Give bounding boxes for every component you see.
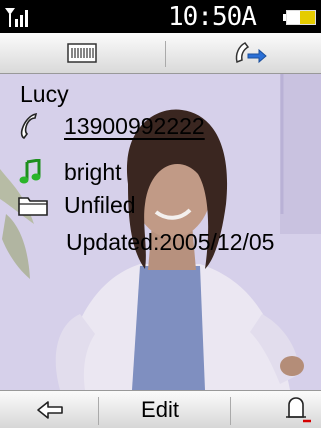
- status-time: 10:50A: [168, 2, 257, 32]
- updated-date: Updated:2005/12/05: [66, 229, 275, 255]
- phone-number[interactable]: 13900992222: [64, 113, 205, 140]
- contact-detail-screen: 10:50A Lucy 13900992222 bright Unfiled U…: [0, 0, 321, 428]
- status-bar: 10:50A: [0, 0, 321, 33]
- back-button[interactable]: [30, 391, 70, 428]
- phone-handset-icon: [18, 112, 52, 140]
- forward-call-icon: [235, 42, 267, 64]
- forward-call-button[interactable]: [230, 37, 270, 69]
- group-name: Unfiled: [64, 191, 136, 218]
- memory-card-icon: [67, 43, 97, 63]
- bell-icon: [286, 397, 311, 423]
- contact-info: Lucy 13900992222 bright Unfiled Updated:…: [0, 74, 321, 390]
- contact-name: Lucy: [20, 81, 69, 107]
- group-row[interactable]: Unfiled: [18, 191, 136, 219]
- signal-bars-icon: [5, 8, 28, 27]
- ringtone-name: bright: [64, 158, 122, 185]
- edit-label: Edit: [141, 397, 179, 422]
- edit-softkey[interactable]: Edit: [120, 391, 200, 428]
- top-toolbar: [0, 33, 321, 74]
- ringtone-row[interactable]: bright: [18, 158, 122, 186]
- folder-icon: [18, 191, 52, 219]
- music-note-icon: [18, 158, 52, 186]
- memory-card-button[interactable]: [62, 37, 102, 69]
- softkey-bar: Edit: [0, 390, 321, 428]
- phone-row[interactable]: 13900992222: [18, 112, 205, 140]
- back-arrow-icon: [37, 401, 63, 419]
- battery-icon: [283, 10, 316, 25]
- bell-button[interactable]: [276, 391, 316, 428]
